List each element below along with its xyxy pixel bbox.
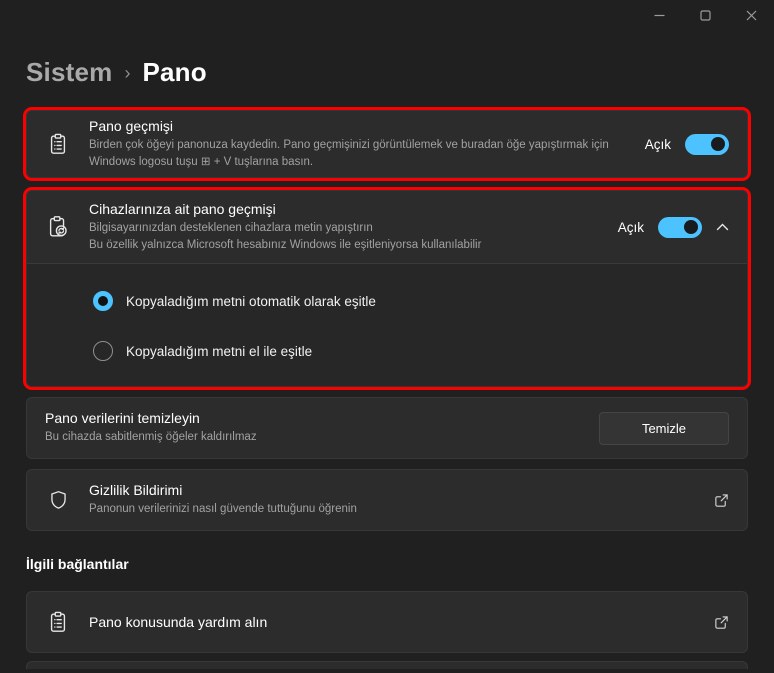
maximize-icon bbox=[699, 9, 711, 21]
external-link-icon[interactable] bbox=[714, 615, 729, 630]
clipboard-icon bbox=[27, 610, 89, 634]
radio-unselected-icon[interactable] bbox=[93, 341, 113, 361]
clipboard-history-toggle-label: Açık bbox=[644, 136, 671, 152]
clipboard-history-card: Pano geçmişi Birden çok öğeyi panonuza k… bbox=[23, 107, 751, 181]
sync-manual-label: Kopyaladığım metni el ile eşitle bbox=[126, 343, 313, 359]
privacy-card[interactable]: Gizlilik Bildirimi Panonun verilerinizi … bbox=[26, 469, 748, 531]
clipboard-sync-icon bbox=[27, 214, 89, 240]
title-bar bbox=[0, 0, 774, 34]
toggle-knob bbox=[711, 137, 725, 151]
next-card-partial bbox=[26, 661, 748, 669]
device-history-options: Kopyaladığım metni otomatik olarak eşitl… bbox=[27, 264, 747, 386]
external-link-icon[interactable] bbox=[714, 493, 729, 508]
clipboard-icon bbox=[27, 132, 89, 156]
device-history-card: Cihazlarınıza ait pano geçmişi Bilgisaya… bbox=[23, 187, 751, 390]
close-button[interactable] bbox=[728, 0, 774, 30]
device-history-note: Bu özellik yalnızca Microsoft hesabınız … bbox=[89, 238, 482, 251]
minimize-button[interactable] bbox=[636, 0, 682, 30]
chevron-up-icon[interactable] bbox=[716, 223, 729, 232]
clipboard-history-toggle[interactable] bbox=[685, 133, 729, 155]
related-links-header: İlgili bağlantılar bbox=[26, 556, 129, 572]
device-history-header[interactable]: Cihazlarınıza ait pano geçmişi Bilgisaya… bbox=[27, 191, 747, 263]
radio-selected-icon[interactable] bbox=[93, 291, 113, 311]
maximize-button[interactable] bbox=[682, 0, 728, 30]
device-history-title: Cihazlarınıza ait pano geçmişi bbox=[89, 200, 276, 217]
clipboard-history-text: Pano geçmişi Birden çok öğeyi panonuza k… bbox=[89, 118, 645, 170]
device-history-toggle-label: Açık bbox=[617, 219, 644, 235]
shield-icon bbox=[27, 488, 89, 512]
breadcrumb: Sistem › Pano bbox=[26, 54, 748, 90]
clear-data-card: Pano verilerini temizleyin Bu cihazda sa… bbox=[26, 397, 748, 459]
device-history-text: Cihazlarınıza ait pano geçmişi Bilgisaya… bbox=[89, 201, 618, 253]
clipboard-help-card[interactable]: Pano konusunda yardım alın bbox=[26, 591, 748, 653]
breadcrumb-system-link[interactable]: Sistem bbox=[26, 57, 112, 88]
sync-auto-label: Kopyaladığım metni otomatik olarak eşitl… bbox=[126, 293, 376, 309]
toggle-knob bbox=[684, 220, 698, 234]
sync-manual-option[interactable]: Kopyaladığım metni el ile eşitle bbox=[93, 336, 729, 366]
privacy-title: Gizlilik Bildirimi bbox=[89, 482, 183, 499]
clear-data-text: Pano verilerini temizleyin Bu cihazda sa… bbox=[27, 410, 599, 446]
breadcrumb-separator-icon: › bbox=[124, 62, 131, 83]
close-icon bbox=[746, 10, 756, 20]
sync-auto-option[interactable]: Kopyaladığım metni otomatik olarak eşitl… bbox=[93, 286, 729, 316]
help-text: Pano konusunda yardım alın bbox=[89, 614, 714, 630]
page-title: Pano bbox=[142, 56, 207, 87]
device-history-subtitle: Bilgisayarınızdan desteklenen cihazlara … bbox=[89, 221, 373, 234]
clear-button[interactable]: Temizle bbox=[599, 411, 729, 445]
help-title: Pano konusunda yardım alın bbox=[89, 614, 268, 630]
device-history-toggle[interactable] bbox=[658, 216, 702, 238]
clipboard-history-title: Pano geçmişi bbox=[89, 117, 174, 134]
privacy-subtitle: Panonun verilerinizi nasıl güvende tuttu… bbox=[89, 503, 357, 516]
settings-page: Sistem › Pano Pano geçmişi Birden çok öğ… bbox=[0, 54, 774, 669]
clear-data-subtitle: Bu cihazda sabitlenmiş öğeler kaldırılma… bbox=[45, 431, 257, 444]
clear-data-title: Pano verilerini temizleyin bbox=[45, 410, 200, 427]
minimize-icon bbox=[654, 14, 664, 16]
clipboard-history-description: Birden çok öğeyi panonuza kaydedin. Pano… bbox=[89, 138, 609, 168]
privacy-text: Gizlilik Bildirimi Panonun verilerinizi … bbox=[89, 482, 714, 518]
